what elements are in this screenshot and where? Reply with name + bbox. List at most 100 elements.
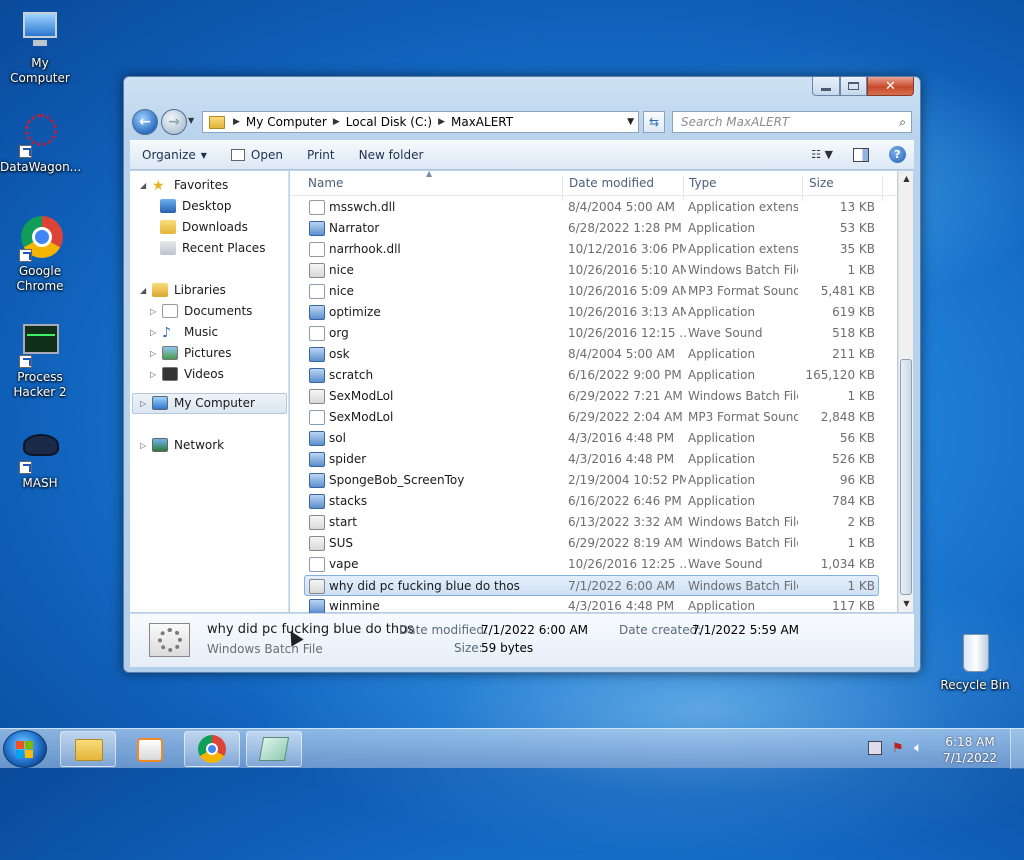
file-row[interactable]: stacks 6/16/2022 6:46 PM Application 784 KB [290,491,879,512]
start-button[interactable] [3,730,47,768]
nav-my-computer[interactable]: ▷ My Computer [140,393,255,413]
minimize-button[interactable] [812,77,840,96]
column-divider[interactable] [882,176,883,201]
file-name: SpongeBob_ScreenToy [329,473,465,487]
breadcrumb-separator-icon[interactable]: ▶ [438,117,445,127]
file-row[interactable]: narrhook.dll 10/12/2016 3:06 PM Applicatio… [290,239,879,260]
help-button[interactable]: ? [889,146,906,163]
expand-arrow-icon[interactable]: ▷ [150,307,162,316]
close-button[interactable]: ✕ [867,77,914,96]
file-row[interactable]: SexModLol 6/29/2022 7:21 AM Windows Batch … [290,386,879,407]
column-header-size[interactable]: Size [809,176,834,190]
file-row[interactable]: nice 10/26/2016 5:10 AM Windows Batch File… [290,260,879,281]
breadcrumb-my-computer[interactable]: My Computer [246,115,327,129]
maximize-button[interactable] [840,77,867,96]
expand-arrow-icon[interactable]: ◢ [140,286,152,295]
back-button[interactable]: ← [132,109,158,135]
nav-music[interactable]: ▷ ♪ Music [150,322,218,342]
file-row[interactable]: SpongeBob_ScreenToy 2/19/2004 10:52 PM App… [290,470,879,491]
expand-arrow-icon[interactable]: ◢ [140,181,152,190]
column-header-type[interactable]: Type [689,176,717,190]
file-list[interactable]: ▲ Name Date modified Type Size msswch.dl… [290,169,897,614]
file-row[interactable]: sol 4/3/2016 4:48 PM Application 56 KB [290,428,879,449]
file-size: 2,848 KB [820,410,875,424]
file-name: sol [329,431,346,445]
show-desktop-button[interactable] [1010,729,1024,769]
nav-libraries[interactable]: ◢ Libraries [140,280,226,300]
file-row[interactable]: nice 10/26/2016 5:09 AM MP3 Format Sound 5,… [290,281,879,302]
vertical-scrollbar[interactable]: ▲ ▼ [898,171,913,612]
chrome-icon [17,216,63,262]
volume-icon[interactable]: 🔈︎ [914,740,922,756]
address-dropdown-icon[interactable]: ▼ [627,117,634,127]
file-row[interactable]: org 10/26/2016 12:15 ... Wave Sound 518 KB [290,323,879,344]
address-bar[interactable]: ▶ My Computer ▶ Local Disk (C:) ▶ MaxALE… [202,111,639,133]
new-folder-button[interactable]: New folder [347,148,436,162]
search-icon[interactable]: ⌕ [899,115,906,130]
refresh-button[interactable]: ⇆ [643,111,665,133]
file-row[interactable]: vape 10/26/2016 12:25 ... Wave Sound 1,034 … [290,554,879,575]
network-tray-icon[interactable] [868,741,882,755]
file-name: why did pc fucking blue do thos [329,579,520,593]
search-input[interactable]: Search MaxALERT ⌕ [672,111,912,133]
print-button[interactable]: Print [295,148,347,162]
organize-button[interactable]: Organize ▼ [130,148,219,162]
nav-label: Videos [184,367,224,381]
file-row[interactable]: why did pc fucking blue do thos 7/1/2022 … [304,575,879,596]
nav-favorites[interactable]: ◢ ★ Favorites [140,175,228,195]
scroll-up-icon[interactable]: ▲ [899,171,914,187]
navigation-pane[interactable]: ◢ ★ Favorites Desktop Downloads Recent Pla… [130,171,289,612]
column-header-date[interactable]: Date modified [569,176,654,190]
file-row[interactable]: msswch.dll 8/4/2004 5:00 AM Application ex… [290,197,879,218]
scrollbar-thumb[interactable] [900,359,912,595]
breadcrumb-separator-icon[interactable]: ▶ [333,117,340,127]
file-row[interactable]: Narrator 6/28/2022 1:28 PM Application 53 K… [290,218,879,239]
file-row[interactable]: optimize 10/26/2016 3:13 AM Application 619… [290,302,879,323]
nav-documents[interactable]: ▷ Documents [150,301,252,321]
taskbar-media-player-button[interactable] [122,731,178,767]
breadcrumb-maxalert[interactable]: MaxALERT [451,115,513,129]
desktop-icon-recycle-bin[interactable]: Recycle Bin [935,630,1015,693]
taskbar-explorer-button[interactable] [60,731,116,767]
desktop-icon-datawagon[interactable]: DataWagon... [0,112,81,175]
file-row[interactable]: scratch 6/16/2022 9:00 PM Application 165,1… [290,365,879,386]
expand-arrow-icon[interactable]: ▷ [150,370,162,379]
nav-network[interactable]: ▷ Network [140,435,224,455]
nav-downloads[interactable]: Downloads [160,217,248,237]
clock[interactable]: 6:18 AM 7/1/2022 [943,734,997,766]
desktop-icon-google-chrome[interactable]: Google Chrome [0,216,80,294]
desktop-icon-mash[interactable]: MASH [0,428,80,491]
bat-file-icon [309,515,325,530]
file-row[interactable]: start 6/13/2022 3:32 AM Windows Batch File… [290,512,879,533]
expand-arrow-icon[interactable]: ▷ [150,349,162,358]
file-row[interactable]: SexModLol 6/29/2022 2:04 AM MP3 Format Sou… [290,407,879,428]
explorer-window[interactable]: ✕ ← → ▼ ▶ My Computer ▶ Local Disk (C:) … [123,76,921,673]
desktop-icon-label: Recycle Bin [940,678,1010,692]
file-row[interactable]: spider 4/3/2016 4:48 PM Application 526 KB [290,449,879,470]
taskbar-chrome-button[interactable] [184,731,240,767]
file-row[interactable]: SUS 6/29/2022 8:19 AM Windows Batch File 1 … [290,533,879,554]
breadcrumb-local-disk[interactable]: Local Disk (C:) [346,115,432,129]
desktop-icon-my-computer[interactable]: My Computer [0,8,80,86]
search-placeholder: Search MaxALERT [681,115,790,129]
scroll-down-icon[interactable]: ▼ [899,596,914,612]
desktop-icon-process-hacker[interactable]: Process Hacker 2 [0,322,80,400]
taskbar-notepad-button[interactable] [246,731,302,767]
expand-arrow-icon[interactable]: ▷ [150,328,162,337]
nav-videos[interactable]: ▷ Videos [150,364,224,384]
file-name: SexModLol [329,410,394,424]
open-button[interactable]: Open [219,148,295,162]
nav-recent-places[interactable]: Recent Places [160,238,265,258]
caption-buttons: ✕ [812,77,914,96]
expand-arrow-icon[interactable]: ▷ [140,399,152,408]
file-row[interactable]: osk 8/4/2004 5:00 AM Application 211 KB [290,344,879,365]
change-view-button[interactable]: ☷ ▼ [811,148,833,161]
forward-button[interactable]: → [161,109,187,135]
expand-arrow-icon[interactable]: ▷ [140,441,152,450]
preview-pane-button[interactable] [853,147,869,162]
nav-pictures[interactable]: ▷ Pictures [150,343,232,363]
recent-pages-dropdown[interactable]: ▼ [188,116,198,125]
column-header-name[interactable]: Name [308,176,343,190]
nav-desktop[interactable]: Desktop [160,196,232,216]
action-center-flag-icon[interactable]: ⚑ [892,741,904,756]
